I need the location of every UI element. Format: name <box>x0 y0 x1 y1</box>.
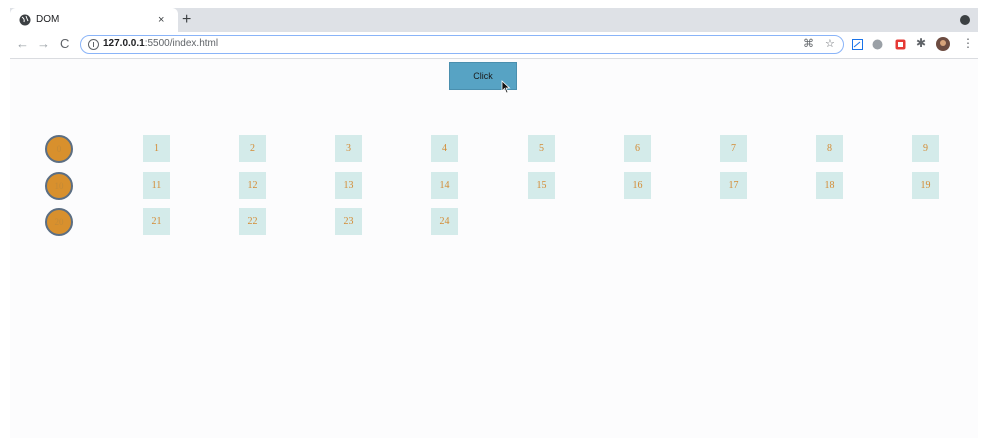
menu-icon[interactable]: ⋮ <box>962 36 974 50</box>
number-cell: 21 <box>143 208 170 235</box>
number-cell: 17 <box>720 172 747 199</box>
row-circle: 0 <box>45 135 73 163</box>
number-cell: 4 <box>431 135 458 162</box>
url-path: :5500/index.html <box>144 38 219 49</box>
number-cell: 2 <box>239 135 266 162</box>
globe-icon <box>19 14 31 26</box>
back-button[interactable]: ← <box>16 35 29 53</box>
number-cell: 24 <box>431 208 458 235</box>
number-cell: 19 <box>912 172 939 199</box>
address-bar[interactable]: 127.0.0.1:5500/index.html ⌘ ☆ <box>80 35 844 54</box>
number-cell: 16 <box>624 172 651 199</box>
tab-dom[interactable]: DOM × <box>10 8 178 32</box>
number-cell: 12 <box>239 172 266 199</box>
url-host: 127.0.0.1 <box>103 38 145 49</box>
number-cell: 7 <box>720 135 747 162</box>
number-cell: 1 <box>143 135 170 162</box>
number-cell: 9 <box>912 135 939 162</box>
forward-button[interactable]: → <box>37 35 50 53</box>
new-tab-button[interactable]: + <box>182 11 191 29</box>
number-cell: 5 <box>528 135 555 162</box>
reload-button[interactable]: C <box>60 35 69 53</box>
number-cell: 3 <box>335 135 362 162</box>
browser-toolbar: ← → C 127.0.0.1:5500/index.html ⌘ ☆ ✱ ⋮ <box>10 32 978 59</box>
row-circle: 10 <box>45 172 73 200</box>
puzzle-icon[interactable]: ✱ <box>916 36 926 50</box>
close-tab-icon[interactable]: × <box>158 13 164 27</box>
profile-icon[interactable] <box>960 15 970 25</box>
info-icon[interactable] <box>88 39 99 50</box>
qr-code-icon[interactable]: ⌘ <box>803 37 814 51</box>
number-cell: 14 <box>431 172 458 199</box>
extension-icon-2[interactable] <box>872 39 883 50</box>
number-cell: 13 <box>335 172 362 199</box>
tab-strip: DOM × + <box>10 8 978 32</box>
bookmark-star-icon[interactable]: ☆ <box>825 37 835 51</box>
row-circle: 20 <box>45 208 73 236</box>
mouse-cursor-icon <box>501 80 511 94</box>
number-cell: 23 <box>335 208 362 235</box>
extension-icon[interactable] <box>852 39 863 50</box>
url-text: 127.0.0.1:5500/index.html <box>103 37 218 51</box>
number-cell: 18 <box>816 172 843 199</box>
number-cell: 15 <box>528 172 555 199</box>
number-cell: 8 <box>816 135 843 162</box>
number-cell: 11 <box>143 172 170 199</box>
number-cell: 22 <box>239 208 266 235</box>
number-cell: 6 <box>624 135 651 162</box>
extension-icon-3[interactable] <box>895 39 906 50</box>
avatar[interactable] <box>936 37 950 51</box>
tab-title: DOM <box>36 14 60 25</box>
